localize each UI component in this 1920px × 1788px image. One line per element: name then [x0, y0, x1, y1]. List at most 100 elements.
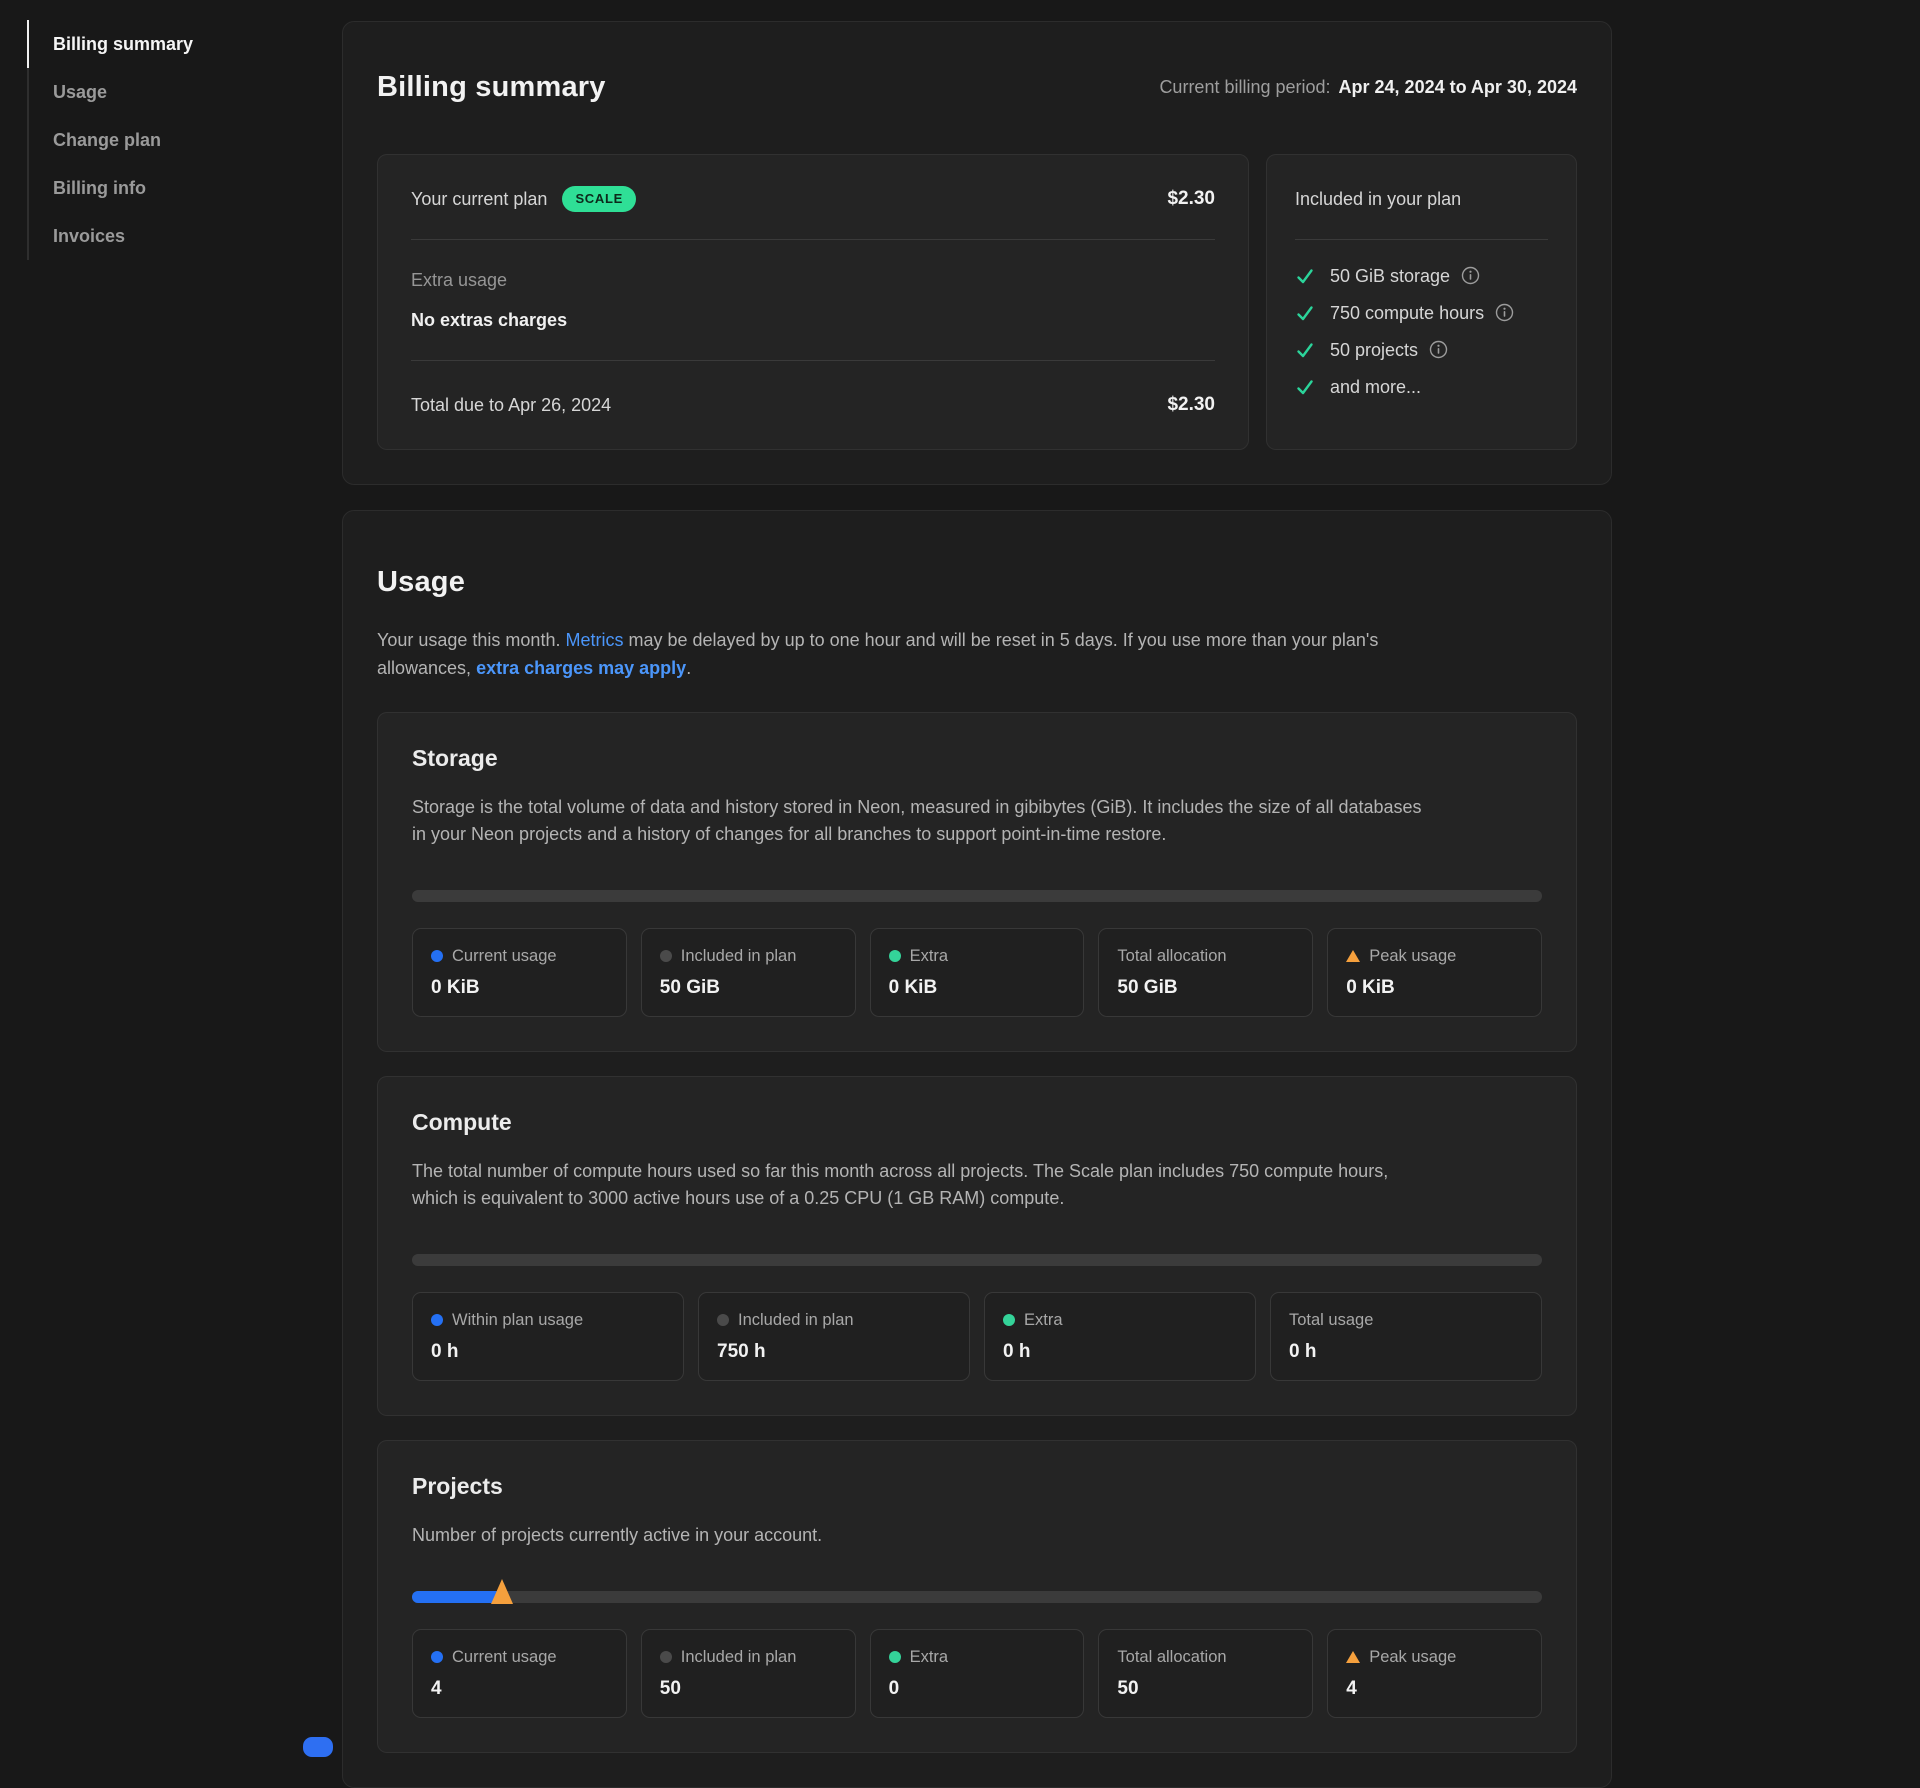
sidebar-item-change-plan[interactable]: Change plan	[27, 116, 317, 164]
info-icon[interactable]	[1495, 303, 1514, 322]
stat-value: 50 GiB	[1117, 977, 1294, 999]
stat-box-included-in-plan: Included in plan 750 h	[698, 1292, 970, 1381]
stat-box-total-allocation: Total allocation 50 GiB	[1098, 928, 1313, 1017]
usage-intro-text: Your usage this month. Metrics may be de…	[377, 626, 1577, 682]
extra-charges-link[interactable]: extra charges may apply	[476, 658, 686, 678]
stat-label: Current usage	[452, 946, 557, 966]
current-usage-dot-icon	[431, 950, 443, 962]
stat-label: Within plan usage	[452, 1310, 583, 1330]
storage-section-title: Storage	[412, 745, 1542, 772]
stat-label: Extra	[1024, 1310, 1063, 1330]
sidebar-item-label: Usage	[53, 82, 107, 103]
projects-progress-fill	[412, 1591, 502, 1603]
sidebar-item-invoices[interactable]: Invoices	[27, 212, 317, 260]
stat-label: Peak usage	[1369, 946, 1456, 966]
stat-label: Total allocation	[1117, 1647, 1226, 1667]
within-plan-dot-icon	[431, 1314, 443, 1326]
plan-badge: SCALE	[562, 186, 636, 212]
stat-value: 0 h	[431, 1341, 665, 1363]
billing-summary-title: Billing summary	[377, 71, 606, 104]
current-plan-label: Your current plan	[411, 185, 547, 213]
info-icon[interactable]	[1429, 340, 1448, 359]
included-in-plan-panel: Included in your plan 50 GiB storage	[1266, 154, 1577, 450]
stat-value: 0	[889, 1678, 1066, 1700]
included-item-label: 50 GiB storage	[1330, 263, 1450, 289]
stat-value: 50 GiB	[660, 977, 837, 999]
sidebar-item-label: Billing summary	[53, 34, 193, 55]
billing-period-label: Current billing period:	[1159, 77, 1330, 97]
stat-value: 0 KiB	[1346, 977, 1523, 999]
included-item-label: and more...	[1330, 374, 1421, 400]
included-dot-icon	[717, 1314, 729, 1326]
stat-value: 0 KiB	[431, 977, 608, 999]
stat-value: 0 KiB	[889, 977, 1066, 999]
stat-box-current-usage: Current usage 0 KiB	[412, 928, 627, 1017]
extra-dot-icon	[1003, 1314, 1015, 1326]
main-content: Billing summary Current billing period:A…	[342, 21, 1612, 1788]
stat-value: 50	[660, 1678, 837, 1700]
checkmark-icon	[1295, 266, 1315, 286]
sidebar-item-label: Change plan	[53, 130, 161, 151]
total-due-label: Total due to Apr 26, 2024	[411, 391, 611, 419]
sidebar-item-usage[interactable]: Usage	[27, 68, 317, 116]
extra-dot-icon	[889, 1651, 901, 1663]
billing-summary-card: Billing summary Current billing period:A…	[342, 21, 1612, 485]
stat-box-extra: Extra 0	[870, 1629, 1085, 1718]
stat-box-total-allocation: Total allocation 50	[1098, 1629, 1313, 1718]
chat-launcher-button[interactable]	[303, 1737, 333, 1757]
projects-progress-bar	[412, 1591, 1542, 1603]
stat-box-peak-usage: Peak usage 0 KiB	[1327, 928, 1542, 1017]
checkmark-icon	[1295, 377, 1315, 397]
included-item-storage: 50 GiB storage	[1295, 263, 1548, 289]
stat-box-total-usage: Total usage 0 h	[1270, 1292, 1542, 1381]
stat-label: Total allocation	[1117, 946, 1226, 966]
included-dot-icon	[660, 950, 672, 962]
stat-label: Peak usage	[1369, 1647, 1456, 1667]
checkmark-icon	[1295, 303, 1315, 323]
stat-value: 0 h	[1003, 1341, 1237, 1363]
included-dot-icon	[660, 1651, 672, 1663]
stat-box-extra: Extra 0 h	[984, 1292, 1256, 1381]
current-usage-dot-icon	[431, 1651, 443, 1663]
stat-label: Included in plan	[681, 946, 797, 966]
extra-usage-label: Extra usage	[411, 266, 1215, 294]
stat-value: 0 h	[1289, 1341, 1523, 1363]
stat-value: 4	[1346, 1678, 1523, 1700]
sidebar-item-billing-summary[interactable]: Billing summary	[27, 20, 317, 68]
stat-box-current-usage: Current usage 4	[412, 1629, 627, 1718]
billing-summary-header: Billing summary Current billing period:A…	[377, 52, 1577, 124]
compute-section-description: The total number of compute hours used s…	[412, 1158, 1542, 1212]
storage-section: Storage Storage is the total volume of d…	[377, 712, 1577, 1052]
storage-progress-bar	[412, 890, 1542, 902]
included-item-projects: 50 projects	[1295, 337, 1548, 363]
stat-label: Extra	[910, 1647, 949, 1667]
total-due-amount: $2.30	[1167, 391, 1215, 419]
stat-value: 50	[1117, 1678, 1294, 1700]
extra-dot-icon	[889, 950, 901, 962]
divider	[411, 360, 1215, 361]
stat-label: Included in plan	[681, 1647, 797, 1667]
stat-label: Current usage	[452, 1647, 557, 1667]
projects-section-description: Number of projects currently active in y…	[412, 1522, 1542, 1549]
sidebar-item-label: Invoices	[53, 226, 125, 247]
info-icon[interactable]	[1461, 266, 1480, 285]
compute-progress-bar	[412, 1254, 1542, 1266]
billing-sidebar-nav: Billing summary Usage Change plan Billin…	[27, 20, 317, 260]
sidebar-item-label: Billing info	[53, 178, 146, 199]
stat-box-within-plan-usage: Within plan usage 0 h	[412, 1292, 684, 1381]
current-plan-panel: Your current plan SCALE $2.30 Extra usag…	[377, 154, 1249, 450]
stat-box-peak-usage: Peak usage 4	[1327, 1629, 1542, 1718]
stat-value: 4	[431, 1678, 608, 1700]
included-item-label: 750 compute hours	[1330, 300, 1484, 326]
included-item-and-more: and more...	[1295, 374, 1548, 400]
metrics-link[interactable]: Metrics	[565, 630, 623, 650]
peak-triangle-icon	[1346, 950, 1360, 962]
sidebar-item-billing-info[interactable]: Billing info	[27, 164, 317, 212]
included-item-label: 50 projects	[1330, 337, 1418, 363]
stat-value: 750 h	[717, 1341, 951, 1363]
compute-section: Compute The total number of compute hour…	[377, 1076, 1577, 1416]
stat-label: Total usage	[1289, 1310, 1373, 1330]
usage-title: Usage	[377, 566, 1577, 599]
storage-section-description: Storage is the total volume of data and …	[412, 794, 1542, 848]
checkmark-icon	[1295, 340, 1315, 360]
